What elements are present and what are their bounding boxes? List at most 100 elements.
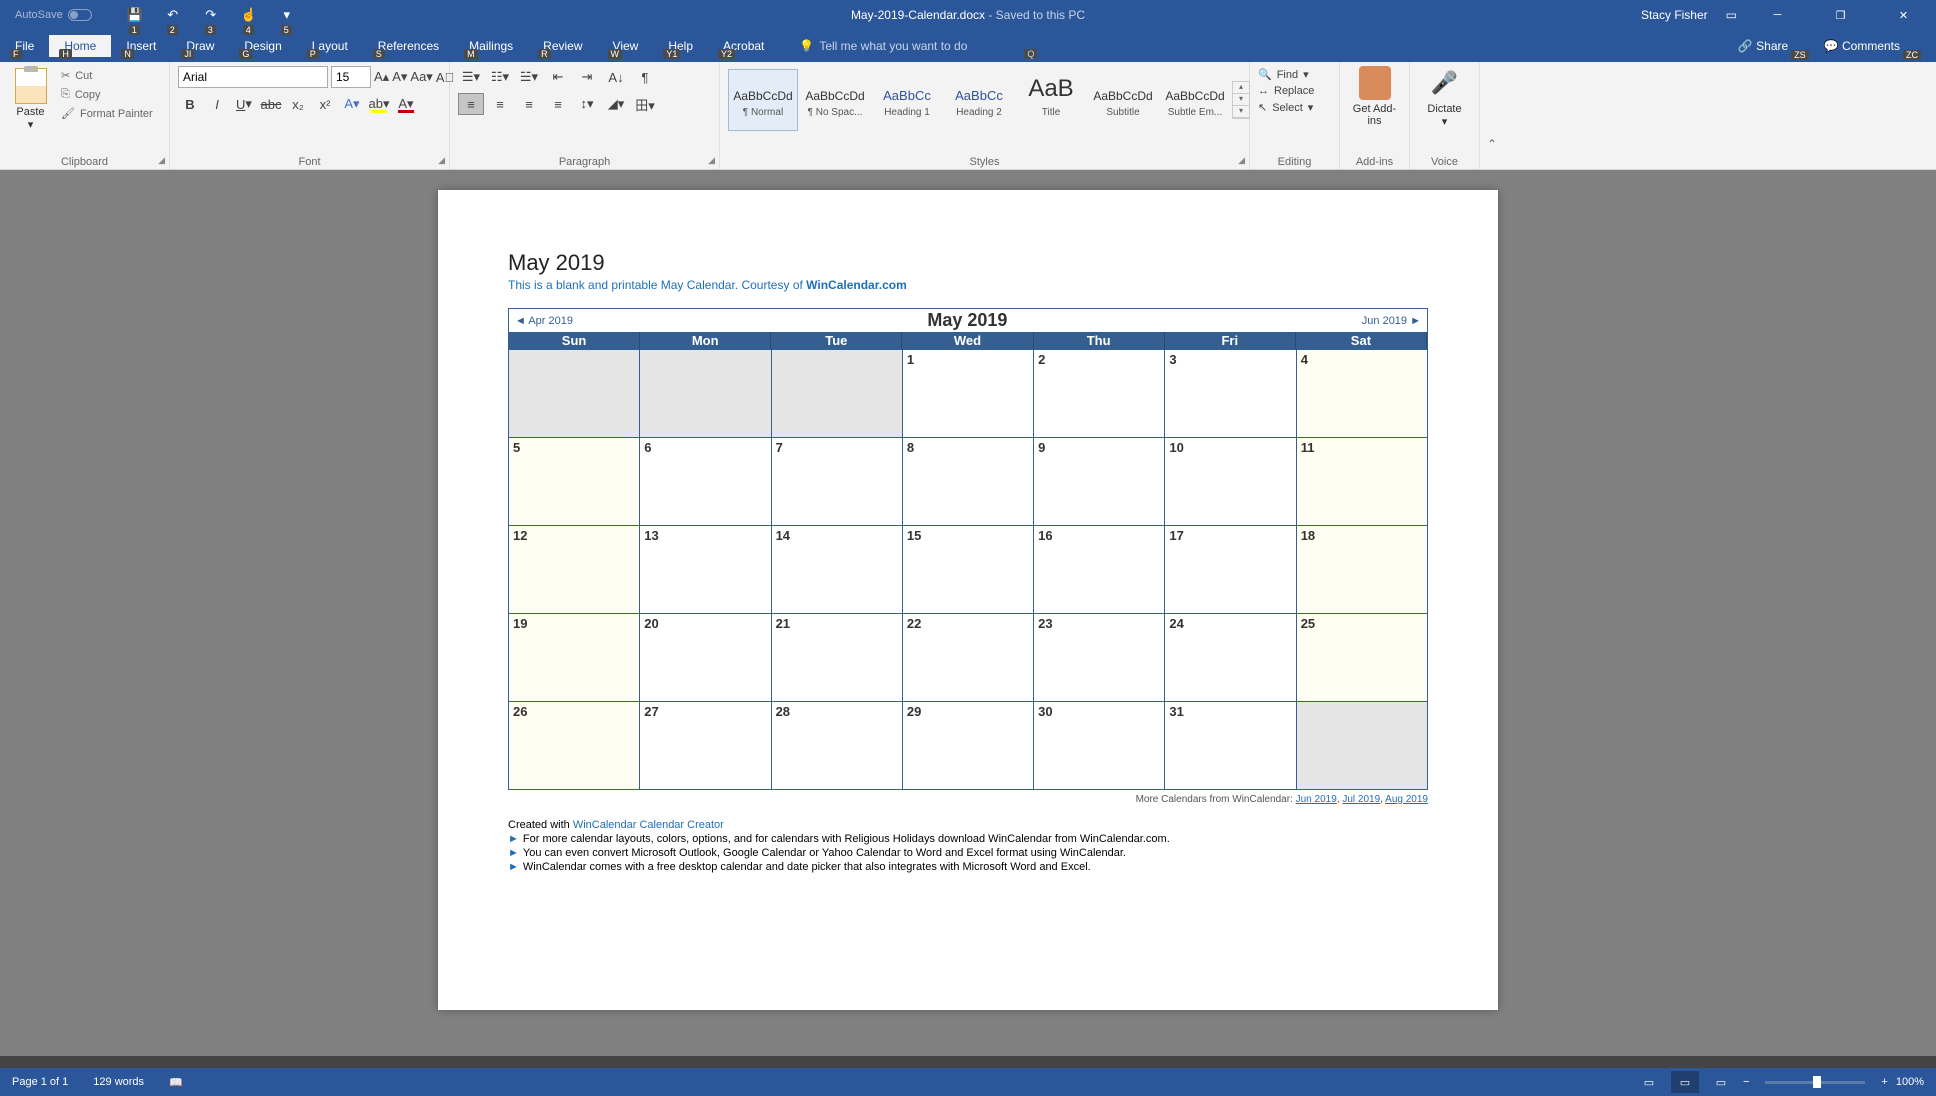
dictate-button[interactable]: 🎤 Dictate▾ (1427, 66, 1461, 167)
minimize-button[interactable]: ─ (1755, 0, 1800, 30)
more-cal-link[interactable]: Jun 2019 (1296, 794, 1337, 805)
font-color-button[interactable]: A▾ (394, 93, 418, 115)
strikethrough-button[interactable]: abc (259, 93, 283, 115)
font-name-input[interactable] (178, 66, 328, 88)
spell-check-icon[interactable]: 📖 (169, 1076, 183, 1089)
highlight-button[interactable]: ab▾ (367, 93, 391, 115)
styles-launcher[interactable]: ◢ (1238, 155, 1245, 166)
tab-design[interactable]: DesignG (229, 35, 296, 57)
shrink-font-button[interactable]: A▾ (392, 66, 407, 88)
tab-home[interactable]: HomeH (49, 35, 111, 57)
show-marks-button[interactable]: ¶ (632, 66, 658, 88)
share-button[interactable]: 🔗 ShareZS (1738, 39, 1809, 53)
increase-indent-button[interactable]: ⇥ (574, 66, 600, 88)
style-subtitle[interactable]: AaBbCcDdSubtitle (1088, 69, 1158, 131)
creator-link[interactable]: WinCalendar Calendar Creator (573, 819, 724, 831)
more-calendars: More Calendars from WinCalendar: Jun 201… (508, 794, 1428, 805)
select-button[interactable]: ↖Select ▾ (1258, 99, 1314, 116)
touch-mode-icon[interactable]: ☝4 (241, 7, 257, 23)
tell-me-search[interactable]: 💡 Q (799, 39, 1037, 53)
tab-mailings[interactable]: MailingsM (454, 35, 528, 57)
subscript-button[interactable]: x₂ (286, 93, 310, 115)
comments-button[interactable]: 💬 CommentsZC (1824, 39, 1921, 53)
autosave-toggle[interactable]: AutoSave (15, 9, 92, 21)
web-layout-button[interactable]: ▭ (1707, 1071, 1735, 1093)
style-title[interactable]: AaBTitle (1016, 69, 1086, 131)
more-cal-link[interactable]: Aug 2019 (1385, 794, 1428, 805)
style-heading-1[interactable]: AaBbCcHeading 1 (872, 69, 942, 131)
justify-button[interactable]: ≡ (545, 93, 571, 115)
undo-icon[interactable]: ↶2 (165, 7, 181, 23)
tab-acrobat[interactable]: AcrobatY2 (708, 35, 779, 57)
align-center-button[interactable]: ≡ (487, 93, 513, 115)
numbering-button[interactable]: ☷▾ (487, 66, 513, 88)
style---normal[interactable]: AaBbCcDd¶ Normal (728, 69, 798, 131)
bullets-button[interactable]: ☰▾ (458, 66, 484, 88)
tab-view[interactable]: ViewW (598, 35, 654, 57)
close-button[interactable]: ✕ (1881, 0, 1926, 30)
underline-button[interactable]: U▾ (232, 93, 256, 115)
styles-more-button[interactable]: ▴▾▾ (1232, 81, 1250, 119)
style---no-spac---[interactable]: AaBbCcDd¶ No Spac... (800, 69, 870, 131)
maximize-button[interactable]: ❐ (1818, 0, 1863, 30)
save-icon[interactable]: 💾1 (127, 7, 143, 23)
page-count[interactable]: Page 1 of 1 (12, 1076, 68, 1089)
multilevel-button[interactable]: ☱▾ (516, 66, 542, 88)
paste-button[interactable]: Paste▾ (8, 66, 53, 167)
clipboard-launcher[interactable]: ◢ (158, 155, 165, 166)
prev-month-link[interactable]: ◄ Apr 2019 (515, 315, 573, 327)
decrease-indent-button[interactable]: ⇤ (545, 66, 571, 88)
font-size-input[interactable] (331, 66, 371, 88)
zoom-level[interactable]: 100% (1896, 1076, 1924, 1088)
next-month-link[interactable]: Jun 2019 ► (1362, 315, 1421, 327)
text-effects-button[interactable]: A▾ (340, 93, 364, 115)
zoom-in-button[interactable]: + (1881, 1076, 1887, 1088)
get-addins-button[interactable]: Get Add-ins (1348, 66, 1401, 167)
shading-button[interactable]: ◢▾ (603, 93, 629, 115)
cut-button[interactable]: ✂Cut (61, 66, 153, 85)
copy-button[interactable]: ⎘Copy (61, 85, 153, 104)
change-case-button[interactable]: Aa▾ (410, 66, 432, 88)
user-name[interactable]: Stacy Fisher (1641, 8, 1708, 22)
redo-icon[interactable]: ↷3 (203, 7, 219, 23)
wincalendar-link[interactable]: WinCalendar.com (806, 278, 907, 292)
more-cal-link[interactable]: Jul 2019 (1342, 794, 1380, 805)
align-right-button[interactable]: ≡ (516, 93, 542, 115)
tab-layout[interactable]: LayoutP (297, 35, 363, 57)
ribbon-display-icon[interactable]: ▭ (1726, 8, 1737, 22)
read-mode-button[interactable]: ▭ (1635, 1071, 1663, 1093)
zoom-out-button[interactable]: − (1743, 1076, 1749, 1088)
qat-more-icon[interactable]: ▾5 (279, 7, 295, 23)
tab-file[interactable]: FileF (0, 35, 49, 57)
grow-font-button[interactable]: A▴ (374, 66, 389, 88)
word-count[interactable]: 129 words (93, 1076, 144, 1089)
align-left-button[interactable]: ≡ (458, 93, 484, 115)
collapse-ribbon-button[interactable]: ⌃ (1480, 62, 1504, 169)
day-header: Mon (640, 332, 771, 349)
paragraph-launcher[interactable]: ◢ (708, 155, 715, 166)
search-icon: 🔍 (1258, 68, 1272, 81)
calendar-cell: 24 (1165, 613, 1296, 701)
tab-references[interactable]: ReferencesS (363, 35, 454, 57)
tab-help[interactable]: HelpY1 (653, 35, 708, 57)
format-painter-button[interactable]: 🖌Format Painter (61, 104, 153, 123)
tab-review[interactable]: ReviewR (528, 35, 597, 57)
calendar-cell: 29 (903, 701, 1034, 789)
style-heading-2[interactable]: AaBbCcHeading 2 (944, 69, 1014, 131)
tab-insert[interactable]: InsertN (111, 35, 171, 57)
italic-button[interactable]: I (205, 93, 229, 115)
borders-button[interactable]: 田▾ (632, 93, 658, 115)
sort-button[interactable]: A↓ (603, 66, 629, 88)
zoom-slider[interactable] (1765, 1081, 1865, 1084)
document-area[interactable]: May 2019 This is a blank and printable M… (0, 170, 1936, 1056)
bold-button[interactable]: B (178, 93, 202, 115)
font-launcher[interactable]: ◢ (438, 155, 445, 166)
superscript-button[interactable]: x² (313, 93, 337, 115)
tell-me-input[interactable] (819, 39, 1019, 53)
style-subtle-em---[interactable]: AaBbCcDdSubtle Em... (1160, 69, 1230, 131)
find-button[interactable]: 🔍Find ▾ (1258, 66, 1314, 83)
line-spacing-button[interactable]: ↕▾ (574, 93, 600, 115)
replace-button[interactable]: ↔Replace (1258, 83, 1314, 99)
print-layout-button[interactable]: ▭ (1671, 1071, 1699, 1093)
tab-draw[interactable]: DrawJI (171, 35, 229, 57)
